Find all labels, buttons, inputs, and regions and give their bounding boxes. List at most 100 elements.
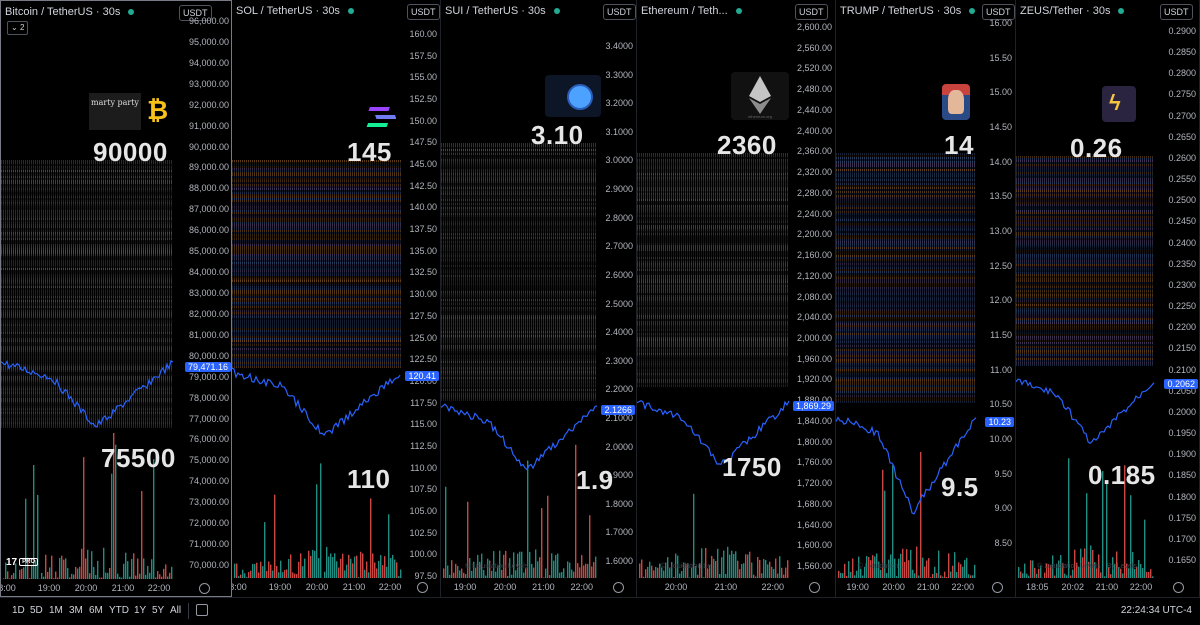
- volume-bar: [326, 547, 327, 578]
- volume-bar: [242, 570, 243, 578]
- volume-bar: [940, 575, 941, 578]
- volume-bar: [942, 577, 943, 578]
- settings-gear-icon[interactable]: [1173, 582, 1184, 593]
- settings-gear-icon[interactable]: [417, 582, 428, 593]
- timeframe-1d[interactable]: 1D: [12, 605, 25, 616]
- trump-portrait: [942, 84, 970, 120]
- timeframe-5y[interactable]: 5Y: [152, 605, 164, 616]
- volume-bar: [21, 569, 22, 579]
- price-tick: 2.8000: [605, 213, 633, 223]
- timeframe-1y[interactable]: 1Y: [134, 605, 146, 616]
- volume-bar: [276, 566, 277, 578]
- price-tick: 0.2900: [1168, 26, 1196, 36]
- volume-bar: [268, 561, 269, 578]
- volume-bar: [761, 573, 762, 578]
- settings-gear-icon[interactable]: [199, 583, 210, 594]
- price-axis[interactable]: 2,600.002,560.002,520.002,480.002,440.00…: [793, 0, 836, 597]
- volume-bar: [643, 577, 644, 578]
- chart-panel-sui[interactable]: SUI / TetherUS · 30sUSDT3.40003.30003.20…: [441, 0, 637, 597]
- symbol-title-text: Bitcoin / TetherUS · 30s: [5, 6, 120, 18]
- symbol-title[interactable]: SUI / TetherUS · 30s: [445, 5, 560, 17]
- date-range-icon[interactable]: [196, 604, 208, 616]
- volume-bar: [396, 562, 397, 578]
- price-tick: 96,000.00: [189, 16, 229, 26]
- volume-bar: [557, 554, 558, 578]
- volume-bar: [449, 575, 450, 578]
- symbol-title[interactable]: Bitcoin / TetherUS · 30s: [5, 6, 134, 18]
- volume-bar: [850, 572, 851, 578]
- time-tick: 20:00: [494, 582, 517, 592]
- price-tick: 107.50: [409, 484, 437, 494]
- settings-gear-icon[interactable]: [809, 582, 820, 593]
- price-axis[interactable]: 16.0015.5015.0014.5014.0013.5013.0012.50…: [980, 0, 1016, 597]
- price-plot-btc[interactable]: [1, 1, 177, 597]
- volume-bar: [308, 551, 309, 578]
- timeframe-all[interactable]: All: [170, 605, 181, 616]
- volume-bar: [157, 571, 158, 579]
- volume-bar: [356, 556, 357, 578]
- market-open-indicator: [969, 8, 975, 14]
- price-tick: 2,360.00: [797, 146, 832, 156]
- timeframe-5d[interactable]: 5D: [30, 605, 43, 616]
- volume-bar: [41, 573, 42, 579]
- settings-gear-icon[interactable]: [613, 582, 624, 593]
- volume-bar: [753, 575, 754, 578]
- time-tick: 18:05: [1026, 582, 1049, 592]
- price-tick: 97.50: [414, 571, 437, 581]
- timeframe-3m[interactable]: 3M: [69, 605, 83, 616]
- price-tick: 93,000.00: [189, 79, 229, 89]
- symbol-title[interactable]: TRUMP / TetherUS · 30s: [840, 5, 975, 17]
- volume-bar: [673, 577, 674, 578]
- volume-bar: [93, 567, 94, 579]
- price-tick: 2,240.00: [797, 209, 832, 219]
- symbol-title[interactable]: SOL / TetherUS · 30s: [236, 5, 354, 17]
- symbol-title-text: Ethereum / Teth...: [641, 5, 728, 17]
- chart-panel-trump[interactable]: TRUMP / TetherUS · 30sUSDT16.0015.5015.0…: [836, 0, 1016, 597]
- timeframe-6m[interactable]: 6M: [89, 605, 103, 616]
- price-plot-zeus[interactable]: [1016, 0, 1158, 597]
- volume-bar: [483, 570, 484, 578]
- volume-bar: [860, 569, 861, 578]
- price-axis[interactable]: 3.40003.30003.20003.10003.00002.90002.80…: [601, 0, 637, 597]
- price-axis[interactable]: 160.00157.50155.00152.50150.00147.50145.…: [405, 0, 441, 597]
- price-plot-sol[interactable]: [232, 0, 405, 597]
- price-tick: 16.00: [989, 18, 1012, 28]
- volume-bar: [394, 560, 395, 578]
- chart-panel-eth[interactable]: Ethereum / Teth...USDT2,600.002,560.002,…: [637, 0, 836, 597]
- volume-bar: [924, 567, 925, 578]
- price-tick: 2.2000: [605, 384, 633, 394]
- volume-bar: [515, 570, 516, 578]
- volume-bar: [274, 495, 275, 578]
- volume-bar: [936, 573, 937, 578]
- volume-bar: [105, 573, 106, 579]
- volume-bar: [1032, 560, 1033, 578]
- chart-panel-btc[interactable]: Bitcoin / TetherUS · 30s⌄ 2USDT96,000.00…: [0, 0, 232, 597]
- volume-bar: [384, 556, 385, 578]
- timeframe-ytd[interactable]: YTD: [109, 605, 129, 616]
- volume-bar: [785, 568, 786, 578]
- volume-bar: [338, 568, 339, 578]
- volume-bar: [262, 566, 263, 578]
- volume-bar: [368, 572, 369, 578]
- settings-gear-icon[interactable]: [992, 582, 1003, 593]
- layout-sync-badge[interactable]: ⌄ 2: [7, 21, 28, 35]
- market-open-indicator: [128, 9, 134, 15]
- price-tick: 89,000.00: [189, 162, 229, 172]
- tradingview-logo[interactable]: 17PRO: [6, 557, 38, 568]
- symbol-title[interactable]: Ethereum / Teth...: [641, 5, 742, 17]
- chart-panel-zeus[interactable]: ZEUS/Tether · 30sUSDT0.29000.28500.28000…: [1016, 0, 1200, 597]
- target-low-label: 0.185: [1088, 460, 1156, 491]
- chart-panel-sol[interactable]: SOL / TetherUS · 30sUSDT160.00157.50155.…: [232, 0, 441, 597]
- price-axis[interactable]: 0.29000.28500.28000.27500.27000.26500.26…: [1158, 0, 1200, 597]
- clock[interactable]: 22:24:34 UTC-4: [1121, 605, 1192, 616]
- timeframe-1m[interactable]: 1M: [49, 605, 63, 616]
- price-tick: 1,720.00: [797, 478, 832, 488]
- volume-bar: [244, 573, 245, 578]
- price-tick: 15.50: [989, 53, 1012, 63]
- price-tick: 9.50: [994, 469, 1012, 479]
- price-tick: 1,600.00: [797, 540, 832, 550]
- price-axis[interactable]: 96,000.0095,000.0094,000.0093,000.0092,0…: [177, 1, 232, 597]
- volume-bar: [531, 564, 532, 578]
- solana-icon: [366, 104, 396, 130]
- symbol-title[interactable]: ZEUS/Tether · 30s: [1020, 5, 1124, 17]
